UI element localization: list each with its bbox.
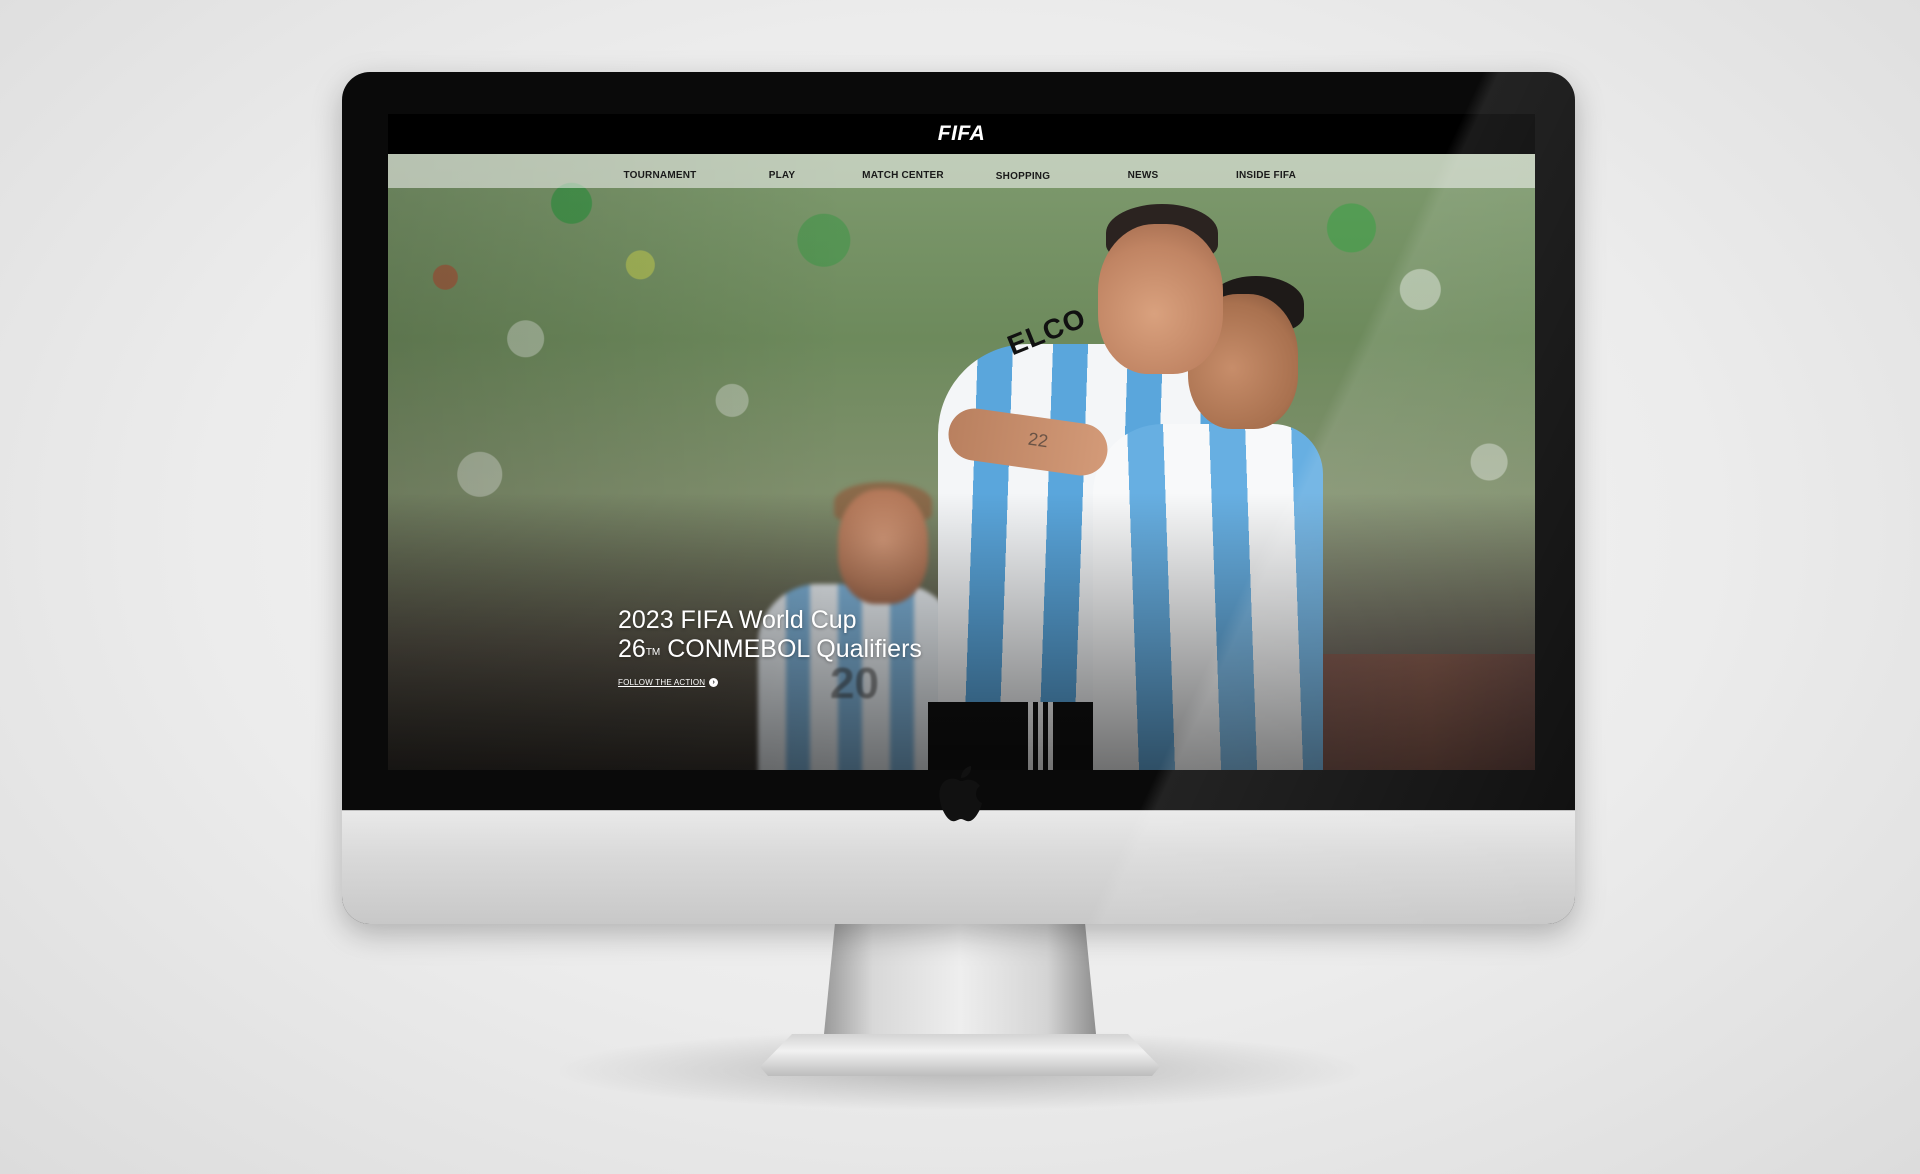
nav-item-news[interactable]: NEWS [1128,170,1159,181]
nav-item-inside-fifa[interactable]: INSIDE FIFA [1236,170,1296,181]
apple-logo-icon [939,766,982,822]
nav-item-tournament[interactable]: TOURNAMENT [624,170,697,181]
nav-item-shopping[interactable]: SHOPPING [996,171,1050,182]
fifa-logo[interactable]: FIFA [938,122,986,146]
hero-caption: 2023 FIFA World Cup 26TM CONMEBOL Qualif… [618,606,922,690]
nav-item-play[interactable]: PLAY [769,170,796,181]
hero-title-line2: 26TM CONMEBOL Qualifiers [618,635,922,664]
player-main-shorts [928,702,1108,770]
arrow-right-circle-icon: › [709,678,719,687]
mockup-stage: FIFA 20 22 ELCO TOURNAMENT PLAY MATCH CE… [0,0,1920,1174]
main-nav: TOURNAMENT PLAY MATCH CENTER SHOPPING NE… [388,154,1535,188]
hero-title-suffix: CONMEBOL Qualifiers [660,635,922,663]
hero-title-number: 26 [618,635,646,663]
imac-stand-base [760,1034,1160,1076]
hero-image: 20 22 ELCO [388,154,1535,770]
hero-title-line1: 2023 FIFA World Cup [618,606,857,634]
imac-stand-neck [824,924,1096,1034]
arm-tattoo: 22 [1026,428,1050,452]
player-second-body [1093,424,1323,770]
follow-action-label: FOLLOW THE ACTION [618,678,706,687]
background-player-head [838,489,928,604]
site-header: FIFA [388,114,1535,154]
nav-item-match-center[interactable]: MATCH CENTER [862,170,944,181]
player-main-head [1098,224,1223,374]
trademark-sup: TM [645,647,661,658]
imac-chin [342,810,1575,924]
browser-viewport: FIFA 20 22 ELCO TOURNAMENT PLAY MATCH CE… [388,114,1535,770]
follow-action-link[interactable]: FOLLOW THE ACTION › [618,678,719,687]
